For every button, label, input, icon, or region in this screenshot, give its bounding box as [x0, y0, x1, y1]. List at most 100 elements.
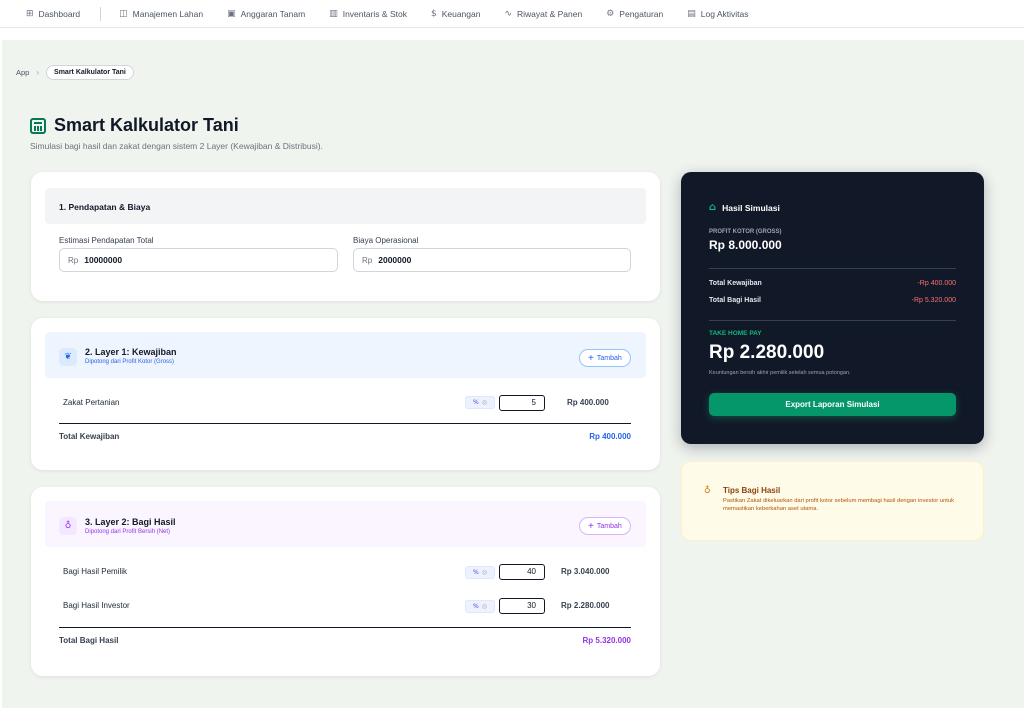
users-icon: ♁ — [59, 517, 77, 535]
add-obligation-button[interactable]: + Tambah — [579, 349, 631, 367]
percent-symbol: % — [473, 399, 479, 406]
row-label: Bagi Hasil Pemilik — [63, 567, 128, 576]
cost-label: Biaya Operasional — [353, 236, 419, 245]
income-header: 1. Pendapatan & Biaya — [45, 188, 646, 224]
page-title: Smart Kalkulator Tani — [54, 115, 239, 135]
dashboard-icon: ⊞ — [26, 8, 34, 19]
row-amount: Rp 400.000 — [567, 398, 609, 407]
layer2-subtitle: Dipotong dari Profit Bersih (Net) — [85, 529, 171, 535]
revenue-value: 10000000 — [84, 255, 123, 265]
page-subtitle: Simulasi bagi hasil dan zakat dengan sis… — [30, 141, 323, 151]
tips-text: Pastikan Zakat dikeluarkan dari profit k… — [723, 498, 955, 512]
share-label: Total Bagi Hasil — [709, 297, 761, 304]
result-title: Hasil Simulasi — [722, 202, 780, 213]
row-label: Zakat Pertanian — [63, 398, 120, 407]
nav-label: Riwayat & Panen — [517, 8, 583, 19]
layer1-subtitle: Dipotong dari Profit Kotor (Gross) — [85, 359, 175, 365]
tips-card: ♁ Tips Bagi Hasil Pastikan Zakat dikelua… — [681, 461, 984, 541]
percent-input[interactable]: 5 — [499, 395, 545, 411]
nav-item-anggaran-tanam[interactable]: ▣ Anggaran Tanam — [227, 9, 305, 19]
layer2-title: 3. Layer 2: Bagi Hasil — [85, 517, 176, 527]
tips-title: Tips Bagi Hasil — [723, 486, 781, 495]
currency-prefix: Rp — [362, 255, 373, 265]
currency-toggle-icon: ◎ — [481, 569, 487, 576]
layer1-card: ❦ 2. Layer 1: Kewajiban Dipotong dari Pr… — [31, 318, 660, 470]
gross-label: PROFIT KOTOR (GROSS) — [709, 229, 782, 235]
cost-input[interactable]: Rp 2000000 — [353, 248, 631, 272]
breadcrumb-current: Smart Kalkulator Tani — [46, 65, 134, 80]
currency-toggle-icon: ◎ — [481, 399, 487, 406]
income-card: 1. Pendapatan & Biaya Estimasi Pendapata… — [31, 172, 660, 301]
add-share-button[interactable]: + Tambah — [579, 517, 631, 535]
divider — [709, 268, 956, 269]
nav-label: Log Aktivitas — [700, 8, 749, 19]
dollar-icon: $ — [430, 8, 437, 19]
total-obligation-label: Total Kewajiban — [59, 432, 120, 441]
result-header: ⌂ Hasil Simulasi — [709, 202, 780, 213]
percent-toggle[interactable]: % ◎ — [465, 396, 495, 409]
users-icon: ♁ — [704, 486, 711, 496]
warehouse-icon: ▥ — [329, 8, 338, 19]
take-home-pay-value: Rp 2.280.000 — [709, 342, 825, 363]
total-divider — [59, 423, 631, 424]
chevron-right-icon: › — [36, 68, 40, 77]
nav-item-inventaris[interactable]: ▥ Inventaris & Stok — [329, 9, 407, 19]
divider — [709, 320, 956, 321]
percent-symbol: % — [473, 603, 479, 610]
result-card: ⌂ Hasil Simulasi PROFIT KOTOR (GROSS) Rp … — [681, 172, 984, 444]
top-nav: ⊞ Dashboard ◫ Manajemen Lahan ▣ Anggaran Ta… — [0, 0, 1024, 28]
total-obligation-value: Rp 400.000 — [589, 432, 631, 441]
row-amount: Rp 2.280.000 — [561, 601, 610, 610]
nav-item-manajemen-lahan[interactable]: ◫ Manajemen Lahan — [119, 9, 203, 19]
total-share-value: Rp 5.320.000 — [582, 636, 631, 645]
nav-label: Manajemen Lahan — [132, 8, 204, 19]
bank-icon: ⌂ — [709, 202, 717, 213]
nav-item-dashboard[interactable]: ⊞ Dashboard — [26, 9, 80, 19]
obligation-value: -Rp 400.000 — [917, 280, 956, 287]
obligation-label: Total Kewajiban — [709, 280, 762, 287]
export-button[interactable]: Export Laporan Simulasi — [709, 393, 956, 416]
breadcrumb-root[interactable]: App — [16, 68, 29, 77]
layer2-card: ♁ 3. Layer 2: Bagi Hasil Dipotong dari P… — [31, 487, 660, 676]
log-icon: ▤ — [687, 8, 696, 19]
add-label: Tambah — [596, 522, 622, 530]
nav-label: Keuangan — [441, 8, 481, 19]
share-value: -Rp 5.320.000 — [911, 297, 956, 304]
row-amount: Rp 3.040.000 — [561, 567, 610, 576]
nav-label: Anggaran Tanam — [240, 8, 306, 19]
percent-symbol: % — [473, 569, 479, 576]
currency-prefix: Rp — [68, 255, 79, 265]
activity-icon: ∿ — [504, 8, 513, 19]
nav-label: Pengaturan — [619, 8, 664, 19]
percent-toggle[interactable]: % ◎ — [465, 600, 495, 613]
revenue-label: Estimasi Pendapatan Total — [59, 236, 154, 245]
row-label: Bagi Hasil Investor — [63, 601, 130, 610]
plus-icon: + — [588, 352, 594, 364]
nav-label: Dashboard — [38, 8, 81, 19]
currency-toggle-icon: ◎ — [481, 603, 487, 610]
leaf-icon: ❦ — [59, 348, 77, 366]
total-divider — [59, 627, 631, 628]
plus-icon: + — [588, 520, 594, 532]
breadcrumb: App › Smart Kalkulator Tani — [16, 65, 134, 80]
page-header: Smart Kalkulator Tani — [30, 115, 239, 136]
calculator-icon — [30, 117, 46, 134]
nav-item-pengaturan[interactable]: ⚙ Pengaturan — [606, 9, 663, 19]
nav-divider — [100, 6, 102, 21]
cost-value: 2000000 — [378, 255, 412, 265]
total-share-label: Total Bagi Hasil — [59, 636, 119, 645]
layer1-title: 2. Layer 1: Kewajiban — [85, 347, 177, 357]
percent-toggle[interactable]: % ◎ — [465, 566, 495, 579]
calendar-icon: ▣ — [227, 8, 236, 19]
gross-value: Rp 8.000.000 — [709, 238, 782, 252]
nav-item-riwayat[interactable]: ∿ Riwayat & Panen — [504, 9, 582, 19]
income-title: 1. Pendapatan & Biaya — [59, 202, 151, 212]
nav-item-keuangan[interactable]: $ Keuangan — [431, 9, 481, 19]
settings-icon: ⚙ — [606, 8, 615, 19]
revenue-input[interactable]: Rp 10000000 — [59, 248, 338, 272]
add-label: Tambah — [596, 354, 622, 362]
percent-input[interactable]: 40 — [499, 564, 545, 580]
nav-item-log[interactable]: ▤ Log Aktivitas — [687, 9, 748, 19]
percent-input[interactable]: 30 — [499, 598, 545, 614]
take-home-pay-label: TAKE HOME PAY — [709, 330, 762, 337]
